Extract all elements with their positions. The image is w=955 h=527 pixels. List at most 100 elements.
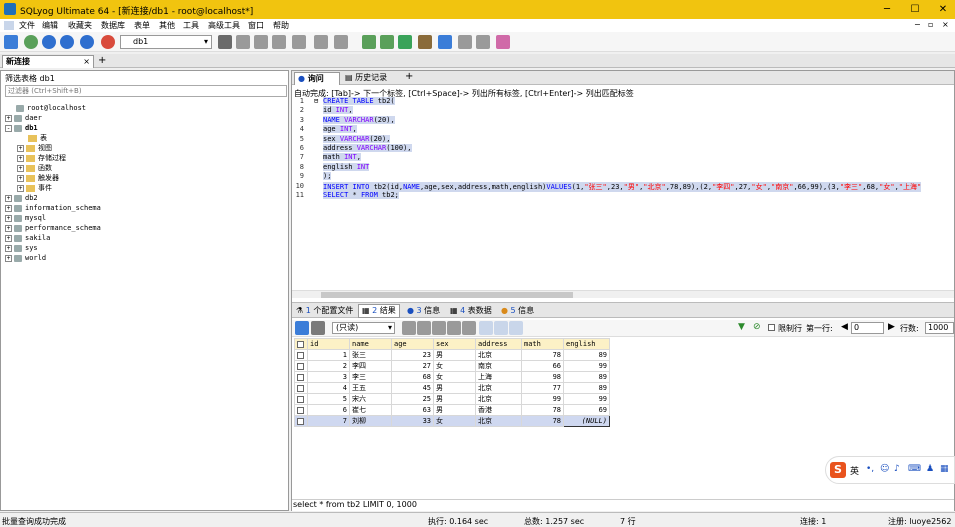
row-select-cell[interactable]: [294, 393, 308, 405]
cell-name[interactable]: 李三: [349, 371, 392, 383]
row-select-cell[interactable]: [294, 371, 308, 383]
menu-table[interactable]: 表单: [134, 20, 150, 31]
cell-sex[interactable]: 男: [433, 382, 476, 394]
table-row[interactable]: 6 崔七 63 男香港 78 69: [294, 404, 610, 416]
tree-node-root-localhost[interactable]: root@localhost: [5, 103, 86, 113]
expand-icon[interactable]: +: [5, 114, 12, 122]
execute-query-icon[interactable]: [42, 35, 56, 49]
refresh-icon[interactable]: [417, 321, 431, 335]
readonly-select[interactable]: (只读) ▾: [332, 322, 395, 334]
cell-age[interactable]: 68: [391, 371, 434, 383]
expand-icon[interactable]: +: [5, 214, 12, 222]
sync-icon[interactable]: [398, 35, 412, 49]
cell-address[interactable]: 香港: [475, 404, 522, 416]
backup-icon[interactable]: [254, 35, 268, 49]
cell-sex[interactable]: 男: [433, 393, 476, 405]
stop-icon[interactable]: [101, 35, 115, 49]
skin-icon[interactable]: ♟: [926, 464, 934, 474]
cell-age[interactable]: 45: [391, 382, 434, 394]
cell-math[interactable]: 78: [521, 349, 564, 361]
expand-icon[interactable]: +: [17, 164, 24, 172]
cell-english[interactable]: 89: [563, 382, 610, 394]
reset-filter-icon[interactable]: ⊘: [753, 322, 761, 332]
scrollbar-thumb[interactable]: [321, 292, 573, 298]
menu-other[interactable]: 其他: [159, 20, 175, 31]
microphone-icon[interactable]: ♪: [894, 464, 900, 474]
cell-math[interactable]: 77: [521, 382, 564, 394]
tree-node--[interactable]: + 存储过程: [17, 153, 66, 163]
cell-id[interactable]: 4: [307, 382, 350, 394]
save-icon[interactable]: [432, 321, 446, 335]
cell-id[interactable]: 6: [307, 404, 350, 416]
expand-icon[interactable]: +: [17, 144, 24, 152]
cell-address[interactable]: 北京: [475, 393, 522, 405]
tree-node--[interactable]: 表: [17, 133, 47, 143]
cell-sex[interactable]: 男: [433, 349, 476, 361]
ime-toolbar[interactable]: S 英 •, ☺ ♪ ⌨ ♟ ▦: [825, 456, 955, 484]
menu-database[interactable]: 数据库: [101, 20, 125, 31]
scheduler-icon[interactable]: [418, 35, 432, 49]
settings-icon[interactable]: [476, 35, 490, 49]
column-header-address[interactable]: address: [475, 338, 522, 350]
refresh-icon[interactable]: [24, 35, 38, 49]
column-header-english[interactable]: english: [563, 338, 610, 350]
cell-name[interactable]: 刘柳: [349, 415, 392, 427]
menu-favorites[interactable]: 收藏夹: [68, 20, 92, 31]
limit-rows-checkbox[interactable]: [768, 324, 775, 331]
view-mode-icon[interactable]: [311, 321, 325, 335]
previous-page-icon[interactable]: ◀: [841, 322, 848, 332]
punctuation-icon[interactable]: •,: [866, 464, 874, 474]
expand-icon[interactable]: +: [5, 204, 12, 212]
filter-icon[interactable]: ▼: [738, 322, 745, 332]
cell-sex[interactable]: 女: [433, 371, 476, 383]
export-icon[interactable]: [380, 35, 394, 49]
cell-math[interactable]: 78: [521, 404, 564, 416]
tree-node-mysql[interactable]: + mysql: [5, 213, 46, 223]
schema-sync-icon[interactable]: [334, 35, 348, 49]
cell-address[interactable]: 北京: [475, 415, 522, 427]
close-window-button[interactable]: ✕: [933, 2, 953, 17]
row-checkbox[interactable]: [297, 384, 304, 392]
fold-toggle[interactable]: ⊟: [314, 97, 318, 105]
form-view-icon[interactable]: [494, 321, 508, 335]
close-icon[interactable]: ×: [83, 56, 90, 67]
row-checkbox[interactable]: [297, 351, 304, 359]
cell-age[interactable]: 25: [391, 393, 434, 405]
cell-sex[interactable]: 女: [433, 360, 476, 372]
text-view-icon[interactable]: [509, 321, 523, 335]
keyboard-icon[interactable]: ⌨: [908, 464, 921, 474]
tab-info[interactable]: ● 5 信息: [501, 305, 534, 316]
cancel-icon[interactable]: [462, 321, 476, 335]
tab-messages[interactable]: ● 3 信息: [407, 305, 440, 316]
collapse-icon[interactable]: -: [5, 124, 12, 132]
row-select-cell[interactable]: [294, 415, 308, 427]
expand-icon[interactable]: +: [5, 224, 12, 232]
menu-edit[interactable]: 编辑: [42, 20, 58, 31]
editor-horizontal-scrollbar[interactable]: [292, 290, 954, 298]
cell-age[interactable]: 27: [391, 360, 434, 372]
cell-age[interactable]: 63: [391, 404, 434, 416]
cell-age[interactable]: 23: [391, 349, 434, 361]
tree-node--[interactable]: + 事件: [17, 183, 52, 193]
import-icon[interactable]: [362, 35, 376, 49]
restore-icon[interactable]: [272, 35, 286, 49]
tree-node-sakila[interactable]: + sakila: [5, 233, 50, 243]
tree-node--[interactable]: + 视图: [17, 143, 52, 153]
menu-advanced-tools[interactable]: 高级工具: [208, 20, 240, 31]
grid-view-icon[interactable]: [479, 321, 493, 335]
schema-designer-icon[interactable]: [292, 35, 306, 49]
cell-id[interactable]: 3: [307, 371, 350, 383]
menu-help[interactable]: 帮助: [273, 20, 289, 31]
cell-id[interactable]: 1: [307, 349, 350, 361]
tree-node-daer[interactable]: + daer: [5, 113, 42, 123]
query-builder-icon[interactable]: [314, 35, 328, 49]
menu-window[interactable]: 窗口: [248, 20, 264, 31]
menu-file[interactable]: 文件: [19, 20, 35, 31]
cell-address[interactable]: 北京: [475, 382, 522, 394]
delete-icon[interactable]: [447, 321, 461, 335]
row-select-cell[interactable]: [294, 382, 308, 394]
table-row[interactable]: 1 张三 23 男北京 78 89: [294, 349, 610, 361]
expand-icon[interactable]: +: [17, 154, 24, 162]
cell-english[interactable]: 89: [563, 371, 610, 383]
row-checkbox[interactable]: [297, 362, 304, 370]
